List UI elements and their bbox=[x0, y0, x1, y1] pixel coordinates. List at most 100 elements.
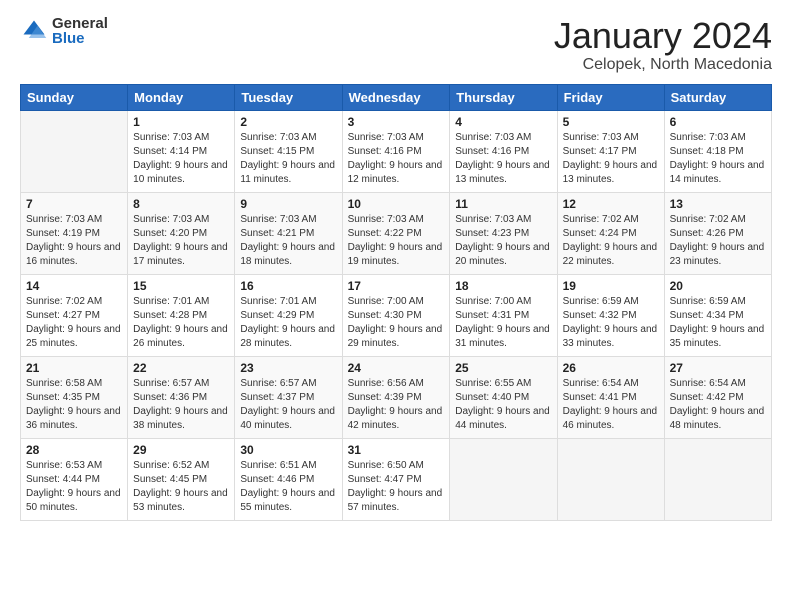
day-number: 14 bbox=[26, 279, 122, 293]
calendar-cell: 26 Sunrise: 6:54 AMSunset: 4:41 PMDayligh… bbox=[557, 356, 664, 438]
header: General Blue January 2024 Celopek, North… bbox=[20, 16, 772, 74]
day-number: 15 bbox=[133, 279, 229, 293]
day-info: Sunrise: 7:00 AMSunset: 4:31 PMDaylight:… bbox=[455, 295, 551, 351]
day-number: 22 bbox=[133, 361, 229, 375]
day-number: 9 bbox=[240, 197, 336, 211]
day-info: Sunrise: 7:02 AMSunset: 4:27 PMDaylight:… bbox=[26, 295, 122, 351]
calendar-cell: 23 Sunrise: 6:57 AMSunset: 4:37 PMDayligh… bbox=[235, 356, 342, 438]
day-info: Sunrise: 6:57 AMSunset: 4:37 PMDaylight:… bbox=[240, 377, 336, 433]
day-number: 5 bbox=[563, 115, 659, 129]
calendar-cell: 9 Sunrise: 7:03 AMSunset: 4:21 PMDaylight… bbox=[235, 192, 342, 274]
day-info: Sunrise: 7:02 AMSunset: 4:24 PMDaylight:… bbox=[563, 213, 659, 269]
calendar-cell: 6 Sunrise: 7:03 AMSunset: 4:18 PMDaylight… bbox=[664, 110, 771, 192]
day-number: 25 bbox=[455, 361, 551, 375]
logo-blue-text: Blue bbox=[52, 31, 108, 46]
logo-general-text: General bbox=[52, 16, 108, 31]
day-number: 31 bbox=[348, 443, 445, 457]
day-number: 12 bbox=[563, 197, 659, 211]
day-number: 13 bbox=[670, 197, 766, 211]
day-info: Sunrise: 7:02 AMSunset: 4:26 PMDaylight:… bbox=[670, 213, 766, 269]
calendar-cell: 2Sunrise: 7:03 AMSunset: 4:15 PMDaylight… bbox=[235, 110, 342, 192]
col-monday: Monday bbox=[128, 84, 235, 110]
calendar-cell: 30Sunrise: 6:51 AMSunset: 4:46 PMDayligh… bbox=[235, 438, 342, 520]
calendar-cell: 31 Sunrise: 6:50 AMSunset: 4:47 PMDayligh… bbox=[342, 438, 450, 520]
day-info: Sunrise: 6:52 AMSunset: 4:45 PMDaylight:… bbox=[133, 459, 229, 515]
calendar-cell: 21 Sunrise: 6:58 AMSunset: 4:35 PMDayligh… bbox=[21, 356, 128, 438]
day-number: 8 bbox=[133, 197, 229, 211]
calendar-cell: 27Sunrise: 6:54 AMSunset: 4:42 PMDayligh… bbox=[664, 356, 771, 438]
title-block: January 2024 Celopek, North Macedonia bbox=[554, 16, 772, 74]
calendar-cell: 29Sunrise: 6:52 AMSunset: 4:45 PMDayligh… bbox=[128, 438, 235, 520]
day-info: Sunrise: 7:03 AMSunset: 4:20 PMDaylight:… bbox=[133, 213, 229, 269]
day-info: Sunrise: 6:55 AMSunset: 4:40 PMDaylight:… bbox=[455, 377, 551, 433]
calendar-cell: 15Sunrise: 7:01 AMSunset: 4:28 PMDayligh… bbox=[128, 274, 235, 356]
col-thursday: Thursday bbox=[450, 84, 557, 110]
day-number: 6 bbox=[670, 115, 766, 129]
day-number: 18 bbox=[455, 279, 551, 293]
day-info: Sunrise: 6:56 AMSunset: 4:39 PMDaylight:… bbox=[348, 377, 445, 433]
day-info: Sunrise: 7:03 AMSunset: 4:16 PMDaylight:… bbox=[348, 131, 445, 187]
calendar-cell: 22 Sunrise: 6:57 AMSunset: 4:36 PMDayligh… bbox=[128, 356, 235, 438]
calendar-week-2: 14 Sunrise: 7:02 AMSunset: 4:27 PMDayligh… bbox=[21, 274, 772, 356]
calendar-cell: 7Sunrise: 7:03 AMSunset: 4:19 PMDaylight… bbox=[21, 192, 128, 274]
day-number: 24 bbox=[348, 361, 445, 375]
day-info: Sunrise: 7:03 AMSunset: 4:17 PMDaylight:… bbox=[563, 131, 659, 187]
col-wednesday: Wednesday bbox=[342, 84, 450, 110]
day-number: 7 bbox=[26, 197, 122, 211]
day-info: Sunrise: 7:00 AMSunset: 4:30 PMDaylight:… bbox=[348, 295, 445, 351]
day-number: 16 bbox=[240, 279, 336, 293]
day-number: 28 bbox=[26, 443, 122, 457]
day-info: Sunrise: 6:59 AMSunset: 4:34 PMDaylight:… bbox=[670, 295, 766, 351]
col-friday: Friday bbox=[557, 84, 664, 110]
day-number: 10 bbox=[348, 197, 445, 211]
calendar-cell: 17 Sunrise: 7:00 AMSunset: 4:30 PMDayligh… bbox=[342, 274, 450, 356]
day-number: 17 bbox=[348, 279, 445, 293]
day-info: Sunrise: 6:57 AMSunset: 4:36 PMDaylight:… bbox=[133, 377, 229, 433]
day-number: 1 bbox=[133, 115, 229, 129]
day-number: 20 bbox=[670, 279, 766, 293]
calendar-header-row: Sunday Monday Tuesday Wednesday Thursday… bbox=[21, 84, 772, 110]
day-number: 11 bbox=[455, 197, 551, 211]
day-info: Sunrise: 6:54 AMSunset: 4:42 PMDaylight:… bbox=[670, 377, 766, 433]
day-number: 19 bbox=[563, 279, 659, 293]
day-number: 26 bbox=[563, 361, 659, 375]
logo-text: General Blue bbox=[52, 16, 108, 46]
calendar-cell: 13 Sunrise: 7:02 AMSunset: 4:26 PMDayligh… bbox=[664, 192, 771, 274]
day-info: Sunrise: 6:58 AMSunset: 4:35 PMDaylight:… bbox=[26, 377, 122, 433]
calendar-cell: 25 Sunrise: 6:55 AMSunset: 4:40 PMDayligh… bbox=[450, 356, 557, 438]
calendar-week-1: 7Sunrise: 7:03 AMSunset: 4:19 PMDaylight… bbox=[21, 192, 772, 274]
calendar-week-0: 1Sunrise: 7:03 AMSunset: 4:14 PMDaylight… bbox=[21, 110, 772, 192]
col-saturday: Saturday bbox=[664, 84, 771, 110]
day-info: Sunrise: 6:54 AMSunset: 4:41 PMDaylight:… bbox=[563, 377, 659, 433]
calendar-cell: 19 Sunrise: 6:59 AMSunset: 4:32 PMDayligh… bbox=[557, 274, 664, 356]
calendar-cell: 5 Sunrise: 7:03 AMSunset: 4:17 PMDaylight… bbox=[557, 110, 664, 192]
day-number: 21 bbox=[26, 361, 122, 375]
calendar-cell bbox=[664, 438, 771, 520]
calendar-cell: 11 Sunrise: 7:03 AMSunset: 4:23 PMDayligh… bbox=[450, 192, 557, 274]
calendar-table: Sunday Monday Tuesday Wednesday Thursday… bbox=[20, 84, 772, 521]
day-info: Sunrise: 7:03 AMSunset: 4:21 PMDaylight:… bbox=[240, 213, 336, 269]
day-info: Sunrise: 7:03 AMSunset: 4:23 PMDaylight:… bbox=[455, 213, 551, 269]
calendar-cell: 24 Sunrise: 6:56 AMSunset: 4:39 PMDayligh… bbox=[342, 356, 450, 438]
day-info: Sunrise: 7:03 AMSunset: 4:18 PMDaylight:… bbox=[670, 131, 766, 187]
day-number: 23 bbox=[240, 361, 336, 375]
day-info: Sunrise: 7:03 AMSunset: 4:15 PMDaylight:… bbox=[240, 131, 336, 187]
calendar-cell: 1Sunrise: 7:03 AMSunset: 4:14 PMDaylight… bbox=[128, 110, 235, 192]
day-info: Sunrise: 7:03 AMSunset: 4:22 PMDaylight:… bbox=[348, 213, 445, 269]
calendar-cell bbox=[450, 438, 557, 520]
day-info: Sunrise: 7:01 AMSunset: 4:29 PMDaylight:… bbox=[240, 295, 336, 351]
calendar-cell: 20 Sunrise: 6:59 AMSunset: 4:34 PMDayligh… bbox=[664, 274, 771, 356]
calendar-cell: 18 Sunrise: 7:00 AMSunset: 4:31 PMDayligh… bbox=[450, 274, 557, 356]
calendar-cell: 12 Sunrise: 7:02 AMSunset: 4:24 PMDayligh… bbox=[557, 192, 664, 274]
day-info: Sunrise: 6:53 AMSunset: 4:44 PMDaylight:… bbox=[26, 459, 122, 515]
calendar-cell: 8 Sunrise: 7:03 AMSunset: 4:20 PMDaylight… bbox=[128, 192, 235, 274]
calendar-week-3: 21 Sunrise: 6:58 AMSunset: 4:35 PMDayligh… bbox=[21, 356, 772, 438]
day-number: 3 bbox=[348, 115, 445, 129]
calendar-cell: 3 Sunrise: 7:03 AMSunset: 4:16 PMDaylight… bbox=[342, 110, 450, 192]
day-info: Sunrise: 6:59 AMSunset: 4:32 PMDaylight:… bbox=[563, 295, 659, 351]
day-info: Sunrise: 6:50 AMSunset: 4:47 PMDaylight:… bbox=[348, 459, 445, 515]
logo-icon bbox=[20, 17, 48, 45]
month-title: January 2024 bbox=[554, 16, 772, 56]
col-sunday: Sunday bbox=[21, 84, 128, 110]
calendar-cell bbox=[557, 438, 664, 520]
